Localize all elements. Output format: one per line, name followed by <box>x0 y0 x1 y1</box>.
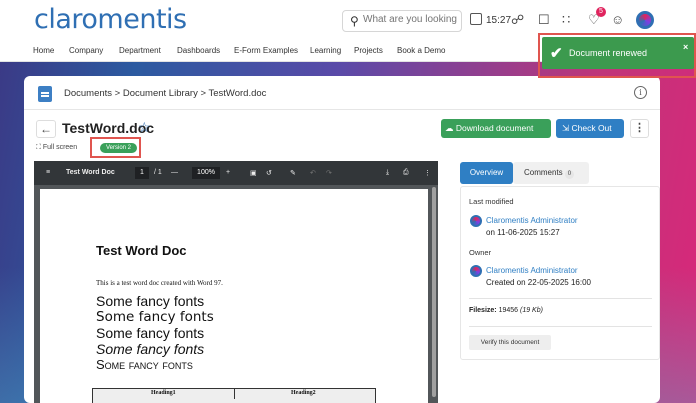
toast-notification: ✔ Document renewed × <box>542 37 694 69</box>
print-icon[interactable]: ⎙ <box>403 169 409 177</box>
pdf-viewer: ≡ Test Word Doc 1 / 1 — 100% + ▣ ↺ ✎ ↶ ↷… <box>34 161 438 403</box>
document-panel: Documents > Document Library > TestWord.… <box>24 76 660 403</box>
filesize-value: 19456 <box>498 307 519 314</box>
table-header-cell: Heading1 <box>151 390 176 396</box>
fit-page-icon[interactable]: ▣ <box>250 169 257 177</box>
toast-message: Document renewed <box>569 48 648 58</box>
page-paragraph: This is a test word doc created with Wor… <box>96 279 223 287</box>
fancy-font-line: Some fancy fonts <box>96 309 214 325</box>
tab-overview[interactable]: Overview <box>460 162 513 184</box>
info-icon[interactable]: i <box>634 86 647 99</box>
last-modified-label: Last modified <box>469 197 514 206</box>
check-out-button[interactable]: ⇲ Check Out <box>556 119 624 138</box>
people-icon[interactable]: ☺ <box>611 12 624 27</box>
viewer-scrollbar[interactable] <box>432 187 436 397</box>
download-label: Download document <box>455 123 534 133</box>
page-total: / 1 <box>154 169 162 176</box>
favourite-star-icon[interactable]: ☆ <box>138 119 151 136</box>
bookmark-icon[interactable]: ☐ <box>538 12 550 28</box>
nav-item-department[interactable]: Department <box>119 46 161 55</box>
undo-icon[interactable]: ↶ <box>310 169 316 177</box>
more-options-button[interactable]: ⋮ <box>630 119 649 138</box>
viewer-menu-icon[interactable]: ⋮ <box>424 169 431 177</box>
nav-item-projects[interactable]: Projects <box>354 46 383 55</box>
divider <box>469 326 652 327</box>
created-date: Created on 22-05-2025 16:00 <box>486 278 591 287</box>
clock-time: 15:27 <box>486 15 512 26</box>
document-library-icon <box>38 86 52 102</box>
nav-item-company[interactable]: Company <box>69 46 103 55</box>
search-icon: ⚲ <box>350 14 359 28</box>
modifier-avatar <box>470 215 482 227</box>
modifier-name-link[interactable]: Claromentis Administrator <box>486 216 578 225</box>
download-document-button[interactable]: ☁ Download document <box>441 119 551 138</box>
viewer-doc-name: Test Word Doc <box>66 169 115 176</box>
close-icon[interactable]: × <box>683 42 688 52</box>
tab-comments[interactable]: Comments 0 <box>513 162 589 184</box>
table-divider <box>234 389 235 399</box>
search-box[interactable]: ⚲ <box>342 10 462 32</box>
nav-item-book-a-demo[interactable]: Book a Demo <box>397 46 445 55</box>
annotate-icon[interactable]: ✎ <box>290 169 296 177</box>
search-input[interactable] <box>363 14 459 25</box>
fancy-font-line: Some fancy fonts <box>96 341 205 357</box>
claromentis-logo[interactable]: claromentis <box>34 4 187 35</box>
download-icon[interactable]: ⤓ <box>386 169 389 177</box>
fancy-font-line: Some fancy fonts <box>96 325 205 341</box>
divider <box>469 298 652 299</box>
fancy-font-line: Some fancy fonts <box>96 357 193 372</box>
rotate-icon[interactable]: ↺ <box>266 169 272 177</box>
filesize-label: Filesize: <box>469 307 497 314</box>
viewer-toolbar: ≡ Test Word Doc 1 / 1 — 100% + ▣ ↺ ✎ ↶ ↷… <box>34 161 438 185</box>
nav-item-dashboards[interactable]: Dashboards <box>177 46 220 55</box>
filesize-kb: (19 Kb) <box>520 307 543 314</box>
fancy-font-line: Some fancy fonts <box>96 293 205 309</box>
zoom-level-input[interactable]: 100% <box>192 167 220 179</box>
full-screen-label: Full screen <box>42 144 78 151</box>
notification-count-badge: 5 <box>596 7 606 17</box>
owner-avatar <box>470 265 482 277</box>
owner-name-link[interactable]: Claromentis Administrator <box>486 266 578 275</box>
tab-comments-label: Comments <box>524 168 563 177</box>
overview-details: Last modified Claromentis Administrator … <box>460 186 660 360</box>
check-icon: ✔ <box>550 45 563 62</box>
version-badge[interactable]: Version 2 <box>100 143 138 153</box>
sidebar-toggle-icon[interactable]: ≡ <box>46 169 50 176</box>
page-heading: Test Word Doc <box>96 243 187 258</box>
page-number-input[interactable]: 1 <box>135 167 149 179</box>
user-avatar[interactable] <box>636 11 654 29</box>
back-button[interactable]: ← <box>36 120 56 138</box>
modified-date: on 11-06-2025 15:27 <box>486 228 560 237</box>
filesize-info: Filesize: 19456 (19 Kb) <box>469 307 543 314</box>
version-highlight-box: Version 2 <box>90 137 141 158</box>
nav-item-eform-examples[interactable]: E-Form Examples <box>234 46 298 55</box>
breadcrumb-bar: Documents > Document Library > TestWord.… <box>24 76 660 110</box>
table-header-cell: Heading2 <box>291 390 316 396</box>
owner-label: Owner <box>469 248 492 257</box>
zoom-out-icon[interactable]: — <box>171 169 178 176</box>
breadcrumb[interactable]: Documents > Document Library > TestWord.… <box>64 88 266 99</box>
full-screen-button[interactable]: ⛶ Full screen <box>36 144 77 152</box>
nav-item-learning[interactable]: Learning <box>310 46 341 55</box>
link-icon[interactable]: ☍ <box>511 12 524 28</box>
checkout-label: Check Out <box>571 123 612 133</box>
verify-document-button[interactable]: Verify this document <box>469 335 551 350</box>
apps-grid-icon[interactable]: ∷ <box>562 12 570 28</box>
page-table: Heading1 Heading2 <box>92 388 376 403</box>
calendar-icon[interactable] <box>470 13 482 25</box>
zoom-in-icon[interactable]: + <box>226 169 230 176</box>
redo-icon[interactable]: ↷ <box>326 169 332 177</box>
pdf-page: Test Word Doc This is a test word doc cr… <box>40 189 428 403</box>
nav-item-home[interactable]: Home <box>33 46 54 55</box>
comments-count-badge: 0 <box>564 170 575 179</box>
